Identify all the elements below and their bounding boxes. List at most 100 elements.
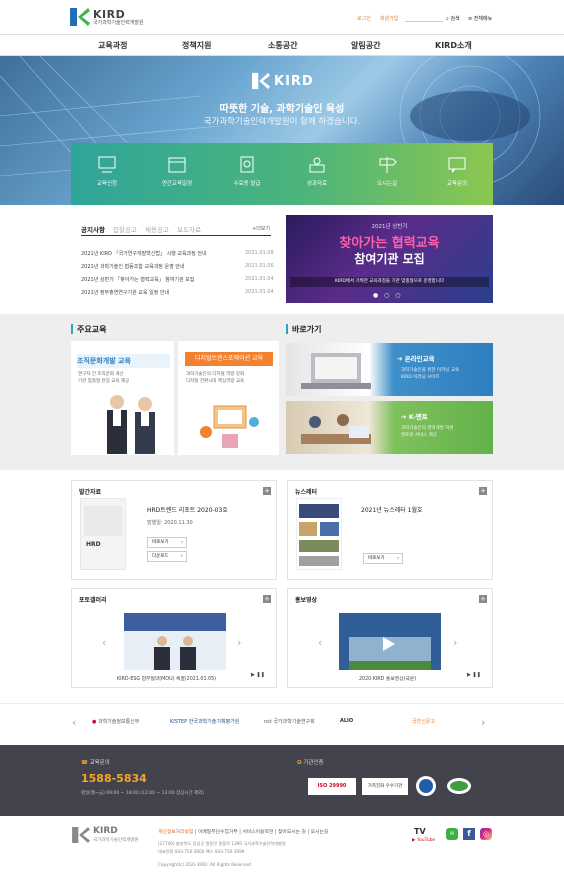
video-thumbnail-image[interactable] xyxy=(339,613,441,670)
search-icon: ⌕ xyxy=(180,554,183,559)
tab-bid[interactable]: 입찰공고 xyxy=(113,226,137,234)
partner-nst[interactable]: nst 국가과학기술연구회 xyxy=(264,718,315,725)
next-arrow-icon[interactable]: › xyxy=(237,636,241,649)
plus-icon[interactable]: + xyxy=(263,487,271,495)
edu-card-desc: 기관 맞춤형 현장 교육 제공 xyxy=(78,379,130,384)
quick-apply[interactable]: 교육신청 xyxy=(77,155,137,187)
partner-epeople[interactable]: 국민신문고 xyxy=(412,718,435,725)
kird-tv-icon[interactable]: TV xyxy=(414,827,426,836)
newsletter-view-button[interactable]: 바로보기 › xyxy=(363,553,403,564)
youtube-icon[interactable]: ▶ YouTube xyxy=(412,838,435,843)
svg-text:HRD: HRD xyxy=(86,541,101,548)
arrow-circle-icon: ➔ xyxy=(401,413,407,421)
facebook-icon[interactable]: f xyxy=(463,828,475,840)
bottom-footer xyxy=(0,816,564,881)
footer-links: 개인정보처리방침 | 이메일무단수집거부 | 서비스이용약관 | 찾아오시는 길… xyxy=(158,830,329,835)
notice-more-link[interactable]: +더보기 xyxy=(252,225,270,232)
quick-schedule[interactable]: 연간교육일정 xyxy=(147,155,207,187)
edu-card-desc: 연구자 간 조직문화 개선 xyxy=(78,372,124,377)
video-caption: 2020 KIRD 홍보영상(국문) xyxy=(359,677,417,682)
download-button[interactable]: 다운로드 ⌕ xyxy=(147,551,187,562)
shortcut-desc: 멘토링 서비스 제공 xyxy=(401,433,437,438)
partner-kistep[interactable]: KISTEP 한국과학기술기획평가원 xyxy=(170,718,239,725)
sitemap-button[interactable]: ≡ 전체메뉴 xyxy=(468,15,492,22)
headset-icon: ☎ xyxy=(81,760,88,766)
tab-recruit[interactable]: 채용공고 xyxy=(145,226,169,234)
menu-icon: ≡ xyxy=(468,16,473,22)
login-link[interactable]: 로그인 xyxy=(357,15,371,22)
notice-item[interactable]: 2021년 상반기 「찾아가는 협력교육」 참여기관 모집 xyxy=(81,276,271,283)
hero-logo-icon xyxy=(252,72,270,90)
arrow-circle-icon: ➔ xyxy=(397,355,403,363)
quick-results[interactable]: 성과자료 xyxy=(287,155,347,187)
photo-caption: KIRD-ESG 업무협약(MOU) 체결(2021.01.05) xyxy=(117,677,217,682)
edu-card-desc: 과학기술인의 디지털 역량 강화 xyxy=(186,372,245,377)
next-arrow-icon[interactable]: › xyxy=(481,716,485,729)
hero-brand: KIRD xyxy=(274,74,314,89)
report-cover-image[interactable]: HRD xyxy=(80,498,126,570)
banner-kicker: 2021년 상반기 xyxy=(371,224,408,230)
location-link[interactable]: 찾아오시는 길 xyxy=(278,830,306,835)
tab-notice[interactable]: 공지사항 xyxy=(81,226,105,234)
newsletter-item-title[interactable]: 2021년 뉴스레터 1월호 xyxy=(361,505,423,514)
notice-date: 2021.01.04 xyxy=(245,289,274,295)
notice-divider xyxy=(81,235,271,236)
prev-arrow-icon[interactable]: ‹ xyxy=(102,636,106,649)
quick-inquiry[interactable]: 교육문의 xyxy=(427,155,487,187)
search-button[interactable]: ⌕ 검색 xyxy=(446,15,460,22)
terms-link[interactable]: 서비스이용약관 xyxy=(242,830,273,835)
notice-tabs: 공지사항 입찰공고 채용공고 보도자료 xyxy=(81,224,201,234)
privacy-link[interactable]: 개인정보처리방침 xyxy=(158,830,193,835)
partner-alio[interactable]: ALIO xyxy=(340,718,353,724)
plus-icon[interactable]: + xyxy=(263,595,271,603)
quick-certificate[interactable]: 수료증 발급 xyxy=(217,155,277,187)
next-arrow-icon[interactable]: › xyxy=(453,636,457,649)
signup-link[interactable]: 회원가입 xyxy=(380,15,398,22)
play-pause-icon[interactable]: ▶ ❚❚ xyxy=(467,672,481,678)
shortcut-online-title: ➔ 온라인교육 xyxy=(397,355,435,363)
mou-photo-image[interactable] xyxy=(124,613,226,670)
notice-item[interactable]: 2021년 정부출연연구기관 교육 일정 안내 xyxy=(81,289,271,296)
publication-title[interactable]: HRD트렌드 리포트 2020-03호 xyxy=(147,505,228,514)
footer-logo-icon xyxy=(72,827,90,843)
nav-policy[interactable]: 정책지원 xyxy=(182,40,211,51)
instagram-icon[interactable]: ◎ xyxy=(480,828,492,840)
kird-logo-icon[interactable] xyxy=(70,8,90,26)
edu-card-title: 디지털트랜스포메이션 교육 xyxy=(185,352,273,366)
banner-title: 찾아가는 협력교육 xyxy=(339,236,440,251)
contact-phone[interactable]: 1588-5834 xyxy=(81,772,147,785)
play-pause-icon[interactable]: ▶ ❚❚ xyxy=(251,672,265,678)
plus-icon[interactable]: + xyxy=(479,595,487,603)
award-icon: ✪ xyxy=(297,760,302,766)
partner-msit[interactable]: ● 과학기술정보통신부 xyxy=(92,718,139,725)
tab-press[interactable]: 보도자료 xyxy=(177,226,201,234)
prev-arrow-icon[interactable]: ‹ xyxy=(318,636,322,649)
plus-icon[interactable]: + xyxy=(479,487,487,495)
newsletter-title: 뉴스레터 xyxy=(295,489,318,496)
notice-item[interactable]: 2021년 KIRD 「국가연구개발혁신법」 시행 교육과정 안내 xyxy=(81,250,271,257)
cert-iso-badge: ISO 29990 xyxy=(308,778,356,795)
prev-arrow-icon[interactable]: ‹ xyxy=(72,716,76,729)
notice-item[interactable]: 2021년 과학기술인 협동조합 교육과정 운영 안내 xyxy=(81,263,271,270)
nav-community[interactable]: 소통공간 xyxy=(268,40,297,51)
cert-label: ✪ 기관인증 xyxy=(297,760,324,766)
photo-title: 포토갤러리 xyxy=(79,597,107,604)
read-button[interactable]: 바로보기 › xyxy=(147,537,187,548)
banner-subtitle: 참여기관 모집 xyxy=(354,252,425,266)
nav-education[interactable]: 교육과정 xyxy=(98,40,127,51)
email-refusal-link[interactable]: 이메일무단수집거부 xyxy=(198,830,238,835)
shortcut-desc: 과학기술인의 경력개발 지원 xyxy=(401,426,454,431)
search-icon: ⌕ xyxy=(446,16,449,22)
search-input[interactable] xyxy=(405,13,443,22)
newsletter-cover-image[interactable] xyxy=(296,498,342,570)
nav-notice[interactable]: 알림공간 xyxy=(351,40,380,51)
cert-seal-icon xyxy=(416,776,436,796)
nav-about[interactable]: KIRD소개 xyxy=(435,40,472,51)
quick-directions[interactable]: 오시는길 xyxy=(357,155,417,187)
title-marker xyxy=(71,324,73,334)
line-icon[interactable]: ✉ xyxy=(446,828,458,840)
notice-date: 2021.01.08 xyxy=(245,250,274,256)
logo-subtitle: 국가과학기술인력개발원 xyxy=(93,20,144,26)
banner-pagination[interactable]: ● ○ ○ xyxy=(373,292,403,299)
directions-link[interactable]: 오시는길 xyxy=(311,830,329,835)
